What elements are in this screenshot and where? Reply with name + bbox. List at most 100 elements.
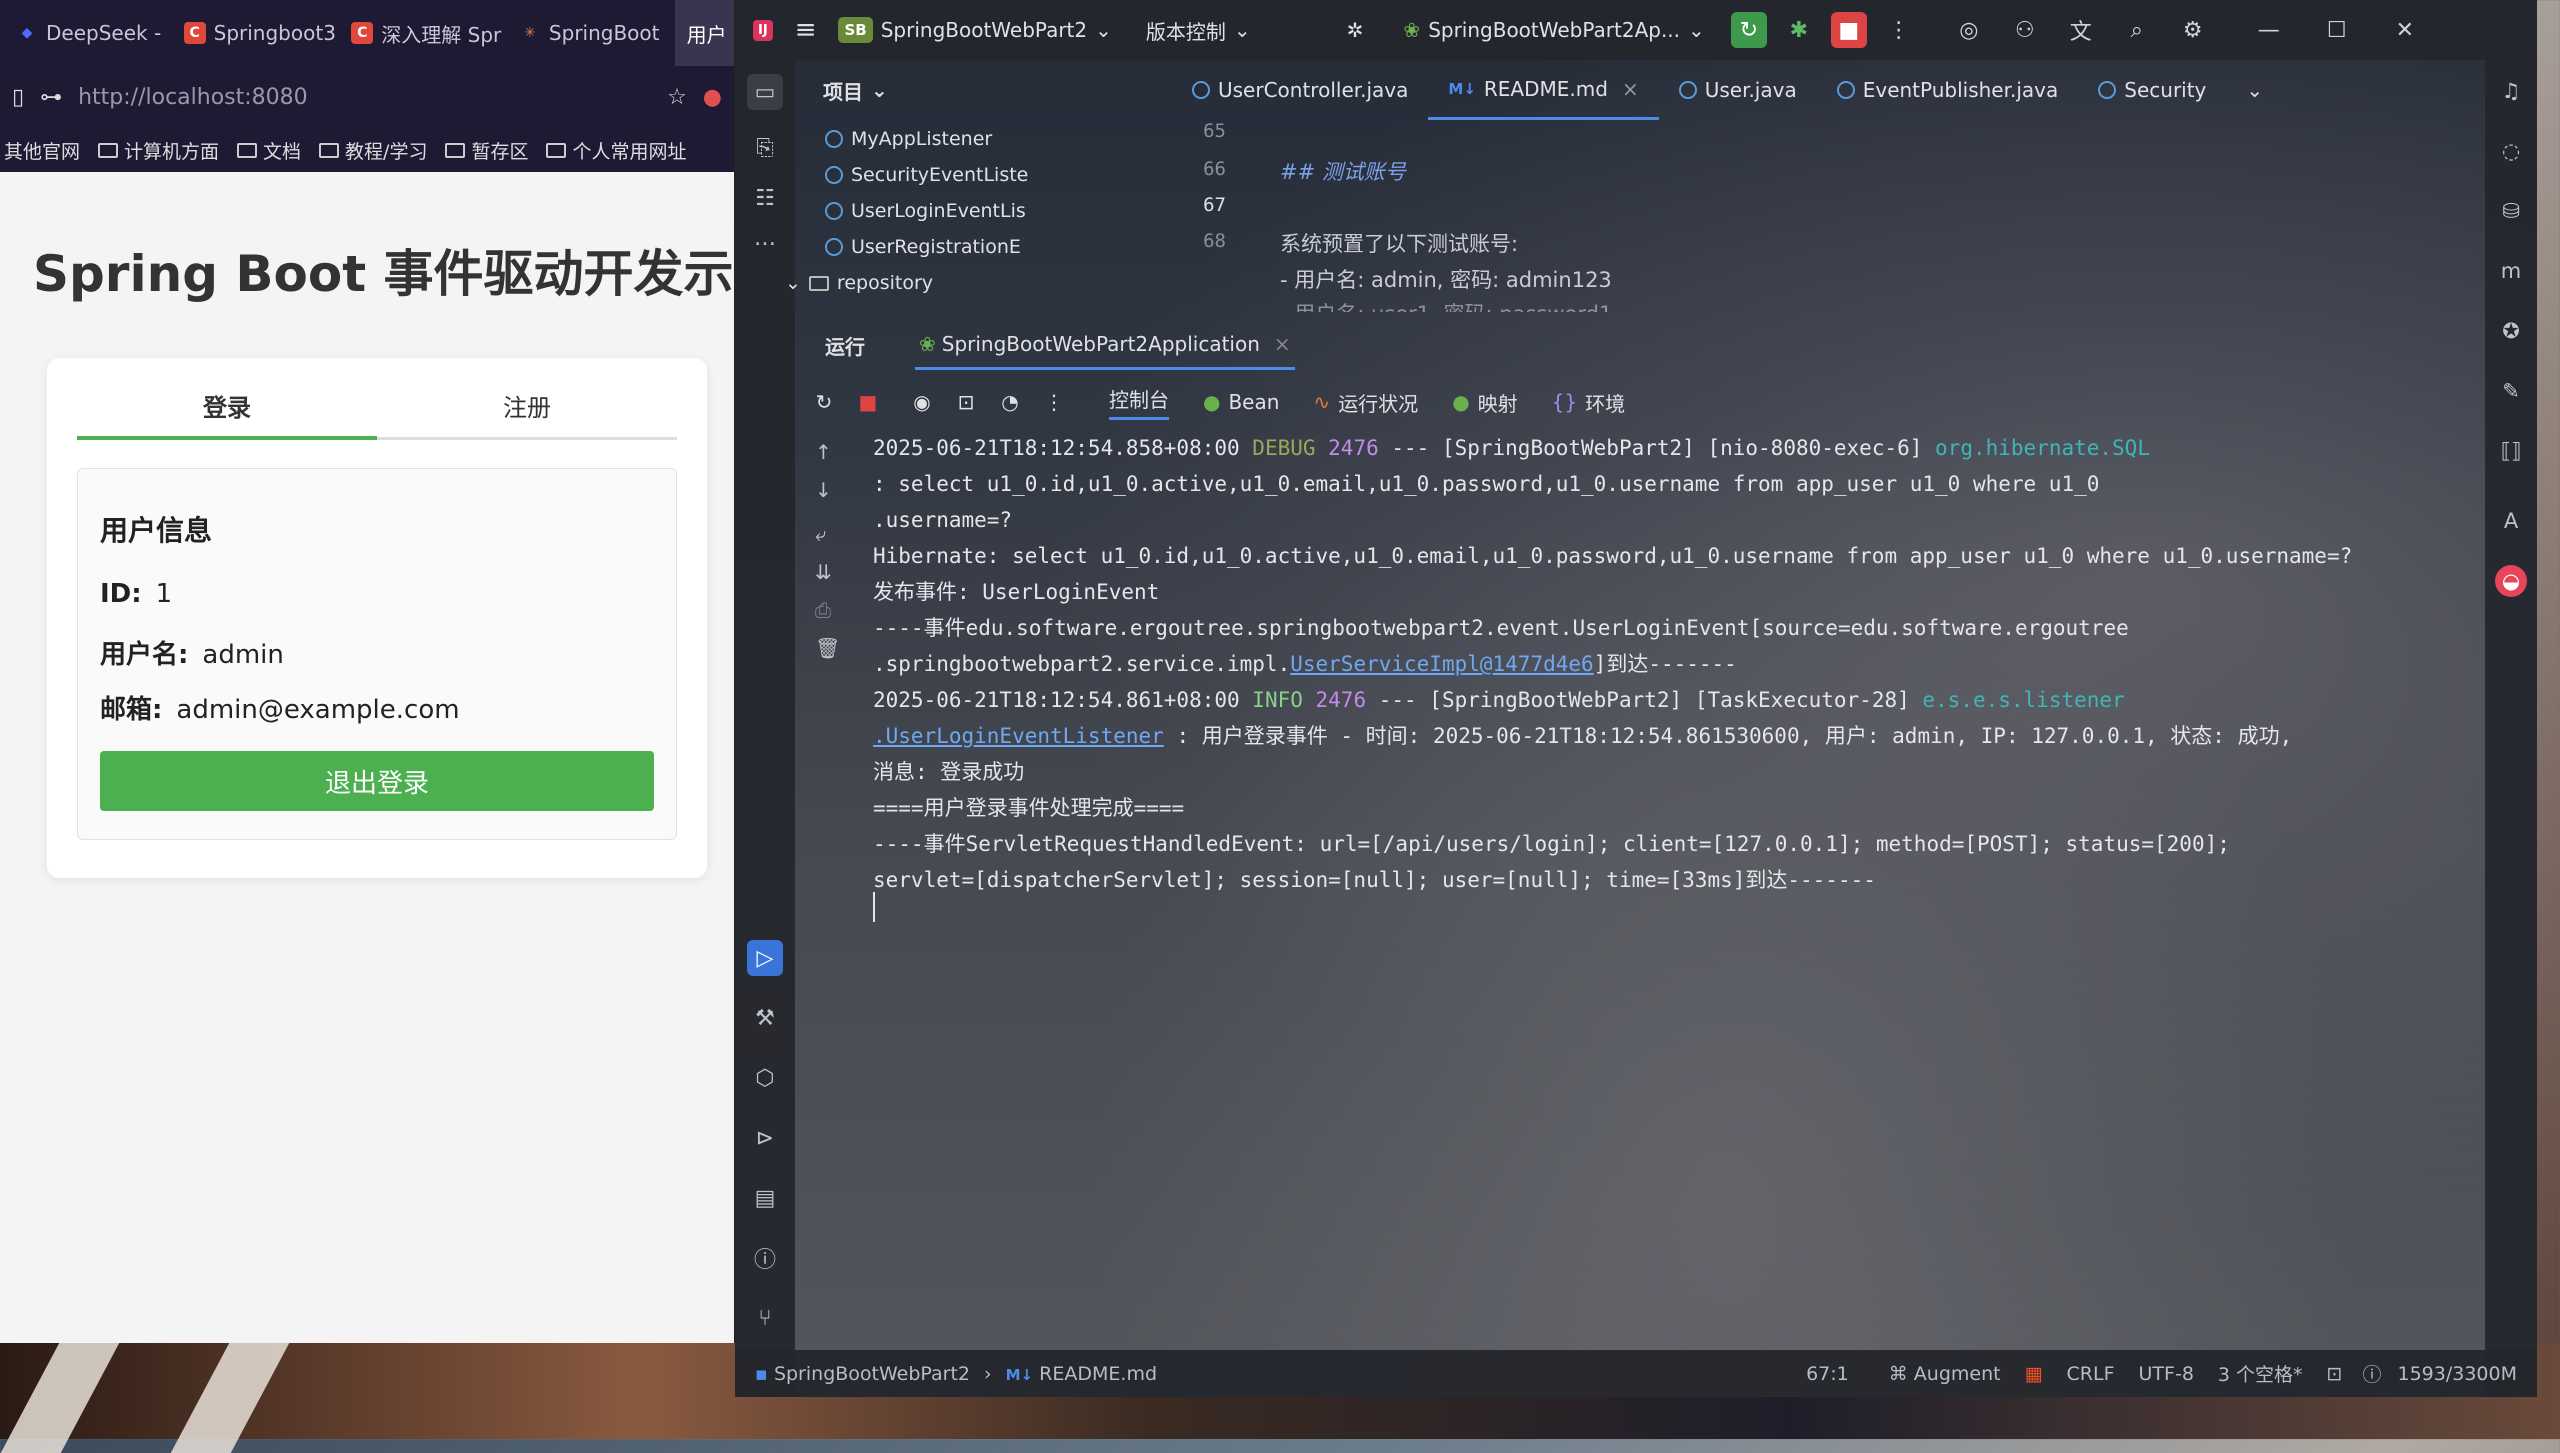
- clear-trash-icon[interactable]: 🗑: [815, 636, 840, 660]
- vcs-menu[interactable]: 版本控制 ⌄: [1146, 16, 1251, 45]
- caret-position[interactable]: 67:1: [1806, 1363, 1849, 1385]
- logout-button[interactable]: 退出登录: [100, 751, 654, 811]
- bookmark-folder[interactable]: 教程/学习: [319, 137, 427, 164]
- tab-login[interactable]: 登录: [77, 386, 377, 440]
- editor-tab-readme[interactable]: M↓ README.md ×: [1428, 60, 1659, 120]
- close-tab-icon[interactable]: ×: [1622, 77, 1639, 101]
- editor-tab-eventpublisher[interactable]: EventPublisher.java: [1817, 60, 2079, 120]
- editor-tab-security[interactable]: Security: [2078, 60, 2226, 120]
- bookmark-item[interactable]: 其他官网: [4, 137, 80, 164]
- maximize-icon[interactable]: ☐: [2319, 12, 2355, 48]
- tab-register[interactable]: 注册: [377, 386, 677, 437]
- lock-icon[interactable]: ⊡: [2327, 1363, 2343, 1385]
- rerun-icon[interactable]: ↻: [809, 390, 839, 414]
- browser-tab-active[interactable]: 用户: [674, 0, 734, 66]
- problems-icon[interactable]: ⓘ: [747, 1240, 783, 1276]
- more-icon[interactable]: ⋮: [1881, 12, 1917, 48]
- browser-tab-springboot[interactable]: ✳ SpringBoot: [507, 0, 675, 66]
- debug-icon[interactable]: ✱: [1781, 12, 1817, 48]
- site-info-icon[interactable]: ⊶: [40, 85, 62, 110]
- structure-icon[interactable]: ☷: [747, 180, 783, 216]
- indent-setting[interactable]: 3 个空格*: [2218, 1360, 2303, 1387]
- close-tab-icon[interactable]: ×: [1274, 332, 1291, 356]
- browser-tab-springboot3[interactable]: C Springboot3: [172, 0, 340, 66]
- bookmark-star-icon[interactable]: ☆: [667, 85, 687, 110]
- project-selector[interactable]: SB SpringBootWebPart2 ⌄: [838, 17, 1112, 43]
- commit-icon[interactable]: ⎘: [747, 130, 783, 166]
- plugin-icon[interactable]: ✪: [2495, 315, 2527, 347]
- screenshot-icon[interactable]: ◉: [907, 390, 937, 414]
- add-user-icon[interactable]: ⚇: [2007, 12, 2043, 48]
- tab-health[interactable]: ∿ 运行状况: [1313, 388, 1418, 417]
- ai-assistant-icon[interactable]: ◎: [1951, 12, 1987, 48]
- line-separator[interactable]: CRLF: [2067, 1363, 2115, 1385]
- search-icon[interactable]: ⌕: [2119, 12, 2155, 48]
- url-field[interactable]: http://localhost:8080: [78, 85, 651, 110]
- log-class-link[interactable]: UserServiceImpl@1477d4e6: [1290, 652, 1593, 676]
- tree-item-userlogineventlistener[interactable]: UserLoginEventLis: [825, 200, 1026, 222]
- plugin-badge-icon[interactable]: ◒: [2495, 565, 2527, 597]
- run-tool-icon[interactable]: ▷: [747, 940, 783, 976]
- maven-icon[interactable]: m: [2495, 255, 2527, 287]
- bookmark-folder[interactable]: 文档: [237, 137, 301, 164]
- scroll-up-icon[interactable]: ↑: [815, 440, 832, 464]
- print-icon[interactable]: ⎙: [815, 598, 831, 622]
- tree-item-userregistrationevent[interactable]: UserRegistrationE: [825, 236, 1021, 258]
- scroll-to-end-icon[interactable]: ⇊: [815, 560, 832, 584]
- main-menu-icon[interactable]: ≡: [795, 15, 817, 45]
- soft-wrap-icon[interactable]: ⤶: [815, 522, 826, 546]
- bookmark-folder[interactable]: 个人常用网址: [546, 137, 686, 164]
- rerun-icon[interactable]: ↻: [1730, 12, 1767, 48]
- terminal-icon[interactable]: ▤: [747, 1180, 783, 1216]
- tab-bean[interactable]: ● Bean: [1203, 390, 1279, 414]
- code-icon[interactable]: ⟦⟧: [2495, 435, 2527, 467]
- stop-icon[interactable]: ■: [1830, 12, 1867, 48]
- run-config-selector[interactable]: ❀ SpringBootWebPart2Ap... ⌄: [1403, 18, 1704, 42]
- services-icon[interactable]: ⬡: [747, 1060, 783, 1096]
- notifications-bell-icon[interactable]: ♫: [2495, 75, 2527, 107]
- augment-status[interactable]: ⌘ Augment: [1889, 1363, 2001, 1385]
- browser-tab-deepseek[interactable]: ◆ DeepSeek -: [4, 0, 172, 66]
- run-tab[interactable]: ❀ SpringBootWebPart2Application ×: [915, 320, 1295, 370]
- profiler-icon[interactable]: ◔: [995, 390, 1025, 414]
- translate-icon[interactable]: 文: [2063, 12, 2099, 48]
- minimize-icon[interactable]: —: [2251, 12, 2287, 48]
- stop-icon[interactable]: ■: [853, 390, 883, 414]
- edit-icon[interactable]: ✎: [2495, 375, 2527, 407]
- bookmark-folder[interactable]: 暂存区: [445, 137, 528, 164]
- tab-environment[interactable]: {} 环境: [1552, 388, 1625, 417]
- breadcrumb-file[interactable]: M↓ README.md: [1006, 1363, 1157, 1385]
- bookmark-folder[interactable]: 计算机方面: [98, 137, 219, 164]
- endpoints-icon[interactable]: ⊳: [747, 1120, 783, 1156]
- tree-item-myapplistener[interactable]: MyAppListener: [825, 128, 992, 150]
- more-icon[interactable]: ⋮: [1039, 390, 1069, 414]
- breadcrumb-project[interactable]: ▪ SpringBootWebPart2: [755, 1363, 970, 1385]
- tab-console[interactable]: 控制台: [1109, 384, 1169, 420]
- font-icon[interactable]: A: [2495, 505, 2527, 537]
- log-class-link[interactable]: .UserLoginEventListener: [873, 724, 1164, 748]
- tab-list-chevron-icon[interactable]: ⌄: [2226, 60, 2283, 120]
- extension-icon[interactable]: ●: [703, 85, 722, 110]
- editor-tab-usercontroller[interactable]: UserController.java: [1172, 60, 1428, 120]
- browser-tab-spring-deep[interactable]: C 深入理解 Spr: [339, 0, 507, 66]
- tree-item-repository[interactable]: ⌄ repository: [785, 272, 933, 294]
- scroll-down-icon[interactable]: ↓: [815, 478, 832, 502]
- more-tools-icon[interactable]: …: [747, 220, 783, 256]
- close-icon[interactable]: ✕: [2387, 12, 2423, 48]
- dump-threads-icon[interactable]: ⊡: [951, 390, 981, 414]
- console-output[interactable]: 2025-06-21T18:12:54.858+08:00 DEBUG 2476…: [873, 430, 2428, 1350]
- project-panel-header[interactable]: 项目 ⌄: [795, 60, 905, 120]
- project-folder-icon[interactable]: ▭: [747, 74, 783, 110]
- info-icon[interactable]: ⓘ: [2362, 1360, 2381, 1387]
- build-hammer-icon[interactable]: ⚒: [747, 1000, 783, 1036]
- code-editor[interactable]: ## 测试账号 系统预置了以下测试账号: - 用户名: admin, 密码: a…: [1280, 120, 2430, 312]
- tab-mappings[interactable]: ● 映射: [1452, 388, 1517, 417]
- git-branch-icon[interactable]: ⑂: [747, 1300, 783, 1336]
- tree-item-securityeventlistener[interactable]: SecurityEventListe: [825, 164, 1028, 186]
- debug-bug-icon[interactable]: ✲: [1347, 18, 1364, 42]
- database-icon[interactable]: ⛁: [2495, 195, 2527, 227]
- ai-chat-icon[interactable]: ◌: [2495, 135, 2527, 167]
- editor-tab-user[interactable]: User.java: [1659, 60, 1817, 120]
- file-encoding[interactable]: UTF-8: [2139, 1363, 2194, 1385]
- memory-indicator[interactable]: 1593/3300M: [2397, 1363, 2517, 1385]
